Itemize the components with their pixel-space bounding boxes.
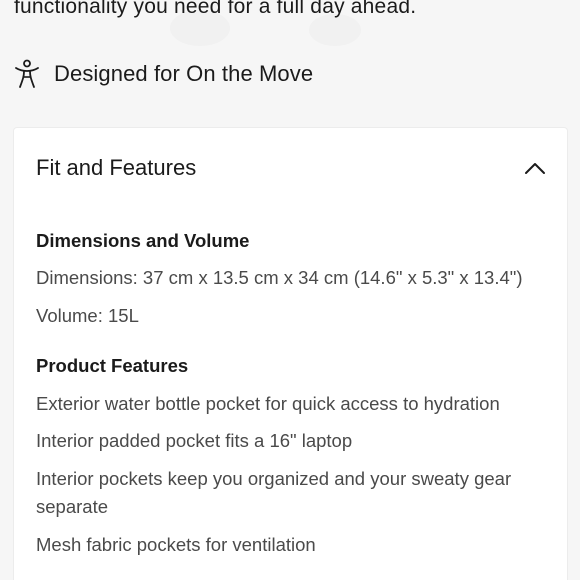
product-details-page: functionality you need for a full day ah… <box>0 0 580 580</box>
feature-list-item: Interior pockets keep you organized and … <box>36 468 512 517</box>
volume-line: Volume: 15L <box>36 305 139 326</box>
section-heading-dimensions: Dimensions and Volume <box>36 230 250 251</box>
feature-highlight-label: Designed for On the Move <box>54 61 314 86</box>
section-heading-product-features: Product Features <box>36 355 189 376</box>
fit-and-features-accordion: Fit and Features Dimensions and Volume D… <box>14 128 567 580</box>
dimensions-line: Dimensions: 37 cm x 13.5 cm x 34 cm (14.… <box>36 267 523 288</box>
chevron-up-icon[interactable] <box>523 156 547 180</box>
accordion-title: Fit and Features <box>36 155 197 180</box>
accordion-header[interactable]: Fit and Features <box>36 148 547 188</box>
feature-list-item: Interior padded pocket fits a 16" laptop <box>36 430 353 451</box>
accessibility-person-icon <box>14 59 40 89</box>
feature-list-item: Mesh fabric pockets for ventilation <box>36 534 316 555</box>
feature-list-item: Exterior water bottle pocket for quick a… <box>36 393 500 414</box>
product-description-text: functionality you need for a full day ah… <box>14 0 417 18</box>
feature-highlight: Designed for On the Move <box>14 56 313 92</box>
